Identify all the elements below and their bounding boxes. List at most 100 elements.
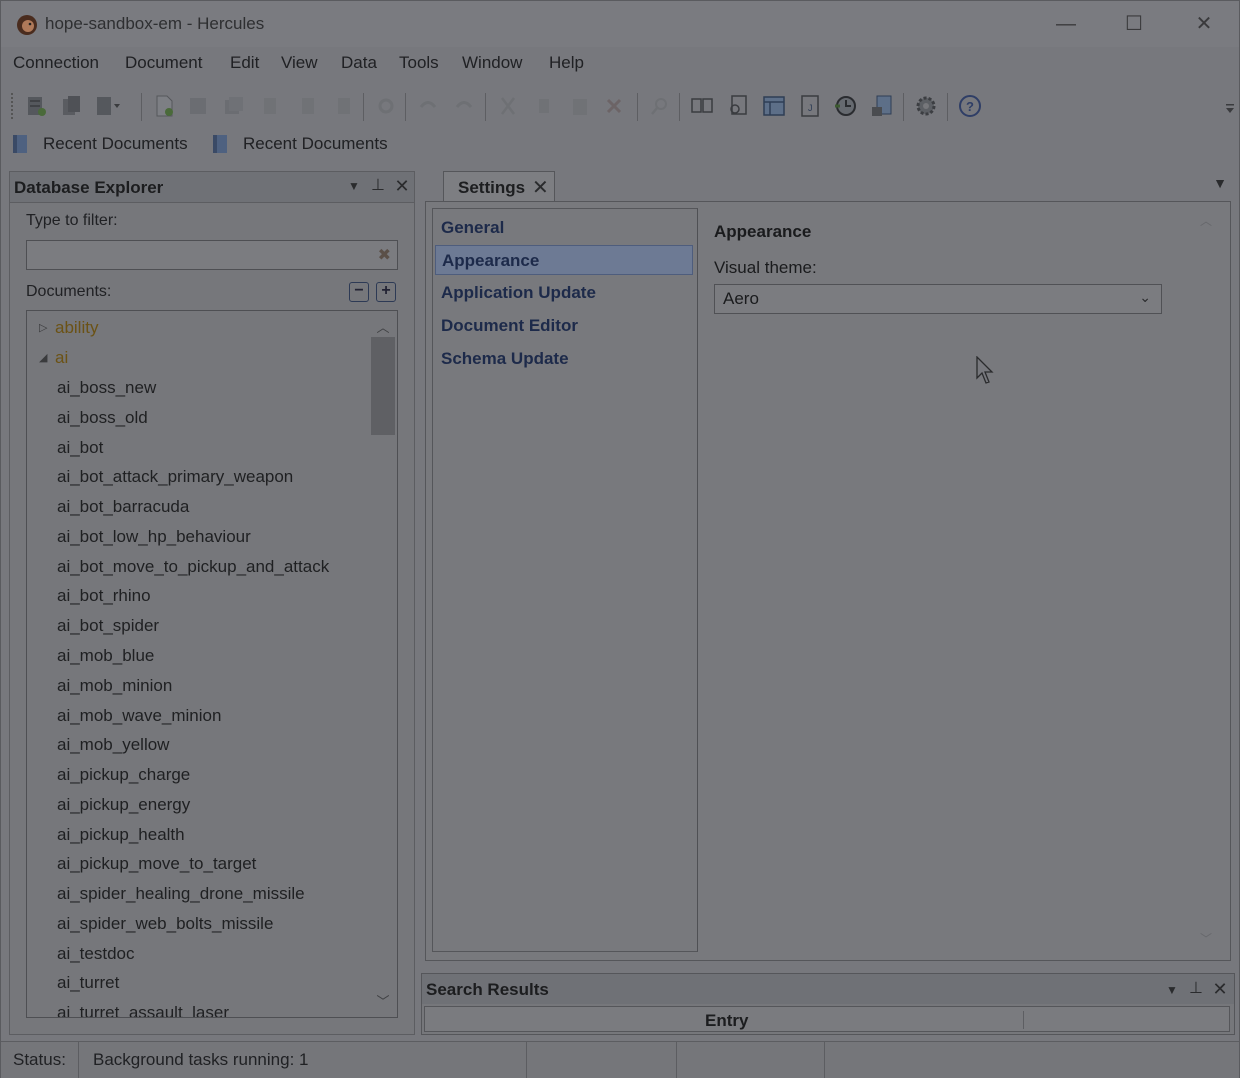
history-icon[interactable] bbox=[833, 93, 859, 119]
settings-nav-application-update[interactable]: Application Update bbox=[435, 278, 693, 308]
document-tree[interactable]: ▷ ability ◢ ai ai_boss_new ai_boss_old a… bbox=[26, 310, 398, 1018]
book-icon bbox=[213, 135, 227, 153]
recent-documents-button-2[interactable]: Recent Documents bbox=[211, 133, 388, 155]
menu-data[interactable]: Data bbox=[341, 53, 377, 73]
panel-close-icon[interactable]: ✕ bbox=[1210, 979, 1230, 999]
menu-document[interactable]: Document bbox=[125, 53, 202, 73]
tree-item[interactable]: ai_turret bbox=[57, 973, 119, 993]
pin-icon[interactable]: ⊥ bbox=[1186, 979, 1206, 999]
tree-item[interactable]: ai_spider_healing_drone_missile bbox=[57, 884, 305, 904]
tree-item[interactable]: ai_bot_spider bbox=[57, 616, 159, 636]
refresh-icon bbox=[373, 93, 399, 119]
tree-item[interactable]: ai_bot_attack_primary_weapon bbox=[57, 467, 293, 487]
tree-item[interactable]: ai_pickup_energy bbox=[57, 795, 190, 815]
tree-item[interactable]: ai_mob_yellow bbox=[57, 735, 169, 755]
filter-input[interactable]: ✖ bbox=[26, 240, 398, 270]
panel-menu-icon[interactable]: ▼ bbox=[344, 176, 364, 196]
tree-item[interactable]: ai_testdoc bbox=[57, 944, 135, 964]
tree-item[interactable]: ai_boss_old bbox=[57, 408, 148, 428]
compare-icon[interactable] bbox=[689, 93, 715, 119]
settings-nav-document-editor[interactable]: Document Editor bbox=[435, 311, 693, 341]
documents-label: Documents: bbox=[26, 283, 112, 300]
settings-nav-general[interactable]: General bbox=[435, 213, 693, 243]
tree-item[interactable]: ai_pickup_charge bbox=[57, 765, 190, 785]
panel-close-icon[interactable]: ✕ bbox=[392, 176, 412, 196]
menu-tools[interactable]: Tools bbox=[399, 53, 439, 73]
column-entry[interactable]: Entry bbox=[705, 1011, 748, 1031]
tree-scrollbar[interactable]: ︿ ﹀ bbox=[369, 311, 397, 1017]
scroll-thumb[interactable] bbox=[371, 337, 395, 435]
status-cell bbox=[527, 1042, 677, 1078]
scroll-up-icon[interactable]: ︿ bbox=[369, 317, 397, 336]
tab-settings[interactable]: Settings ✕ bbox=[443, 171, 555, 203]
title-bar[interactable]: hope-sandbox-em - Hercules — ☐ ✕ bbox=[1, 1, 1239, 47]
settings-gear-icon[interactable] bbox=[913, 93, 939, 119]
search-results-header: Search Results ▼ ⊥ ✕ bbox=[422, 974, 1234, 1004]
menu-view[interactable]: View bbox=[281, 53, 318, 73]
panel-title: Database Explorer bbox=[14, 178, 164, 197]
new-document-icon[interactable] bbox=[151, 93, 177, 119]
panel-menu-icon[interactable]: ▼ bbox=[1162, 980, 1182, 1000]
status-label-cell: Status: bbox=[1, 1042, 79, 1078]
collapse-arrow-icon[interactable]: ◢ bbox=[39, 351, 47, 364]
recent-documents-button-1[interactable]: Recent Documents bbox=[11, 133, 188, 155]
cut-icon bbox=[495, 93, 521, 119]
menu-connection[interactable]: Connection bbox=[13, 53, 99, 73]
find-icon bbox=[647, 93, 673, 119]
database-dropdown-icon[interactable] bbox=[95, 93, 121, 119]
tree-item[interactable]: ai_mob_blue bbox=[57, 646, 154, 666]
tree-item[interactable]: ai_bot_barracuda bbox=[57, 497, 189, 517]
tree-item[interactable]: ai_mob_minion bbox=[57, 676, 172, 696]
tree-folder-ability[interactable]: ability bbox=[55, 318, 98, 338]
toolbar-grip[interactable] bbox=[11, 93, 13, 121]
export-icon[interactable] bbox=[869, 93, 895, 119]
filter-label: Type to filter: bbox=[26, 212, 118, 229]
database-explorer-header: Database Explorer ▼ ⊥ ✕ bbox=[10, 172, 414, 203]
help-icon[interactable]: ? bbox=[957, 93, 983, 119]
save-icon bbox=[185, 93, 211, 119]
settings-nav-appearance[interactable]: Appearance bbox=[435, 245, 693, 275]
clear-filter-icon[interactable]: ✖ bbox=[378, 245, 391, 265]
tree-item[interactable]: ai_pickup_health bbox=[57, 825, 185, 845]
toolbar-overflow-icon[interactable] bbox=[1217, 93, 1234, 119]
toolbar-separator bbox=[405, 93, 406, 121]
expand-arrow-icon[interactable]: ▷ bbox=[39, 321, 47, 334]
tree-item[interactable]: ai_turret_assault_laser bbox=[57, 1003, 229, 1017]
menu-help[interactable]: Help bbox=[549, 53, 584, 73]
tree-item[interactable]: ai_bot_rhino bbox=[57, 586, 151, 606]
tree-item[interactable]: ai_bot_move_to_pickup_and_attack bbox=[57, 557, 329, 577]
close-window-button[interactable]: ✕ bbox=[1181, 9, 1227, 39]
visual-theme-select[interactable]: Aero ⌄ bbox=[714, 284, 1162, 314]
expand-all-button[interactable]: + bbox=[376, 282, 396, 302]
tree-item[interactable]: ai_pickup_move_to_target bbox=[57, 854, 256, 874]
tree-item[interactable]: ai_boss_new bbox=[57, 378, 156, 398]
table-view-icon[interactable] bbox=[761, 93, 787, 119]
tree-item[interactable]: ai_mob_wave_minion bbox=[57, 706, 221, 726]
visual-theme-label: Visual theme: bbox=[714, 258, 817, 277]
search-document-icon[interactable] bbox=[725, 93, 751, 119]
minimize-button[interactable]: — bbox=[1043, 9, 1089, 39]
menu-window[interactable]: Window bbox=[462, 53, 522, 73]
tab-close-icon[interactable]: ✕ bbox=[532, 175, 549, 200]
tab-list-menu-icon[interactable]: ▼ bbox=[1213, 175, 1227, 191]
scroll-down-icon[interactable]: ﹀ bbox=[369, 991, 397, 1010]
tree-item[interactable]: ai_bot bbox=[57, 438, 103, 458]
maximize-button[interactable]: ☐ bbox=[1111, 9, 1157, 39]
window-title: hope-sandbox-em - Hercules bbox=[45, 14, 265, 33]
tree-item[interactable]: ai_spider_web_bolts_missile bbox=[57, 914, 273, 934]
menu-edit[interactable]: Edit bbox=[230, 53, 259, 73]
column-divider[interactable] bbox=[1023, 1011, 1024, 1029]
database-copy-icon[interactable] bbox=[59, 93, 85, 119]
pin-icon[interactable]: ⊥ bbox=[368, 176, 388, 196]
json-icon[interactable]: J bbox=[797, 93, 823, 119]
minimize-icon: — bbox=[1056, 13, 1076, 35]
toolbar-separator bbox=[947, 93, 948, 121]
content-scroll-down-icon[interactable]: ﹀ bbox=[1200, 930, 1212, 947]
tree-item[interactable]: ai_bot_low_hp_behaviour bbox=[57, 527, 251, 547]
settings-nav-schema-update[interactable]: Schema Update bbox=[435, 344, 693, 374]
connect-icon[interactable] bbox=[23, 93, 49, 119]
toolbar-separator bbox=[637, 93, 638, 121]
tree-folder-ai[interactable]: ai bbox=[55, 348, 68, 368]
content-scroll-up-icon[interactable]: ︿ bbox=[1200, 212, 1212, 229]
collapse-all-button[interactable]: − bbox=[349, 282, 369, 302]
